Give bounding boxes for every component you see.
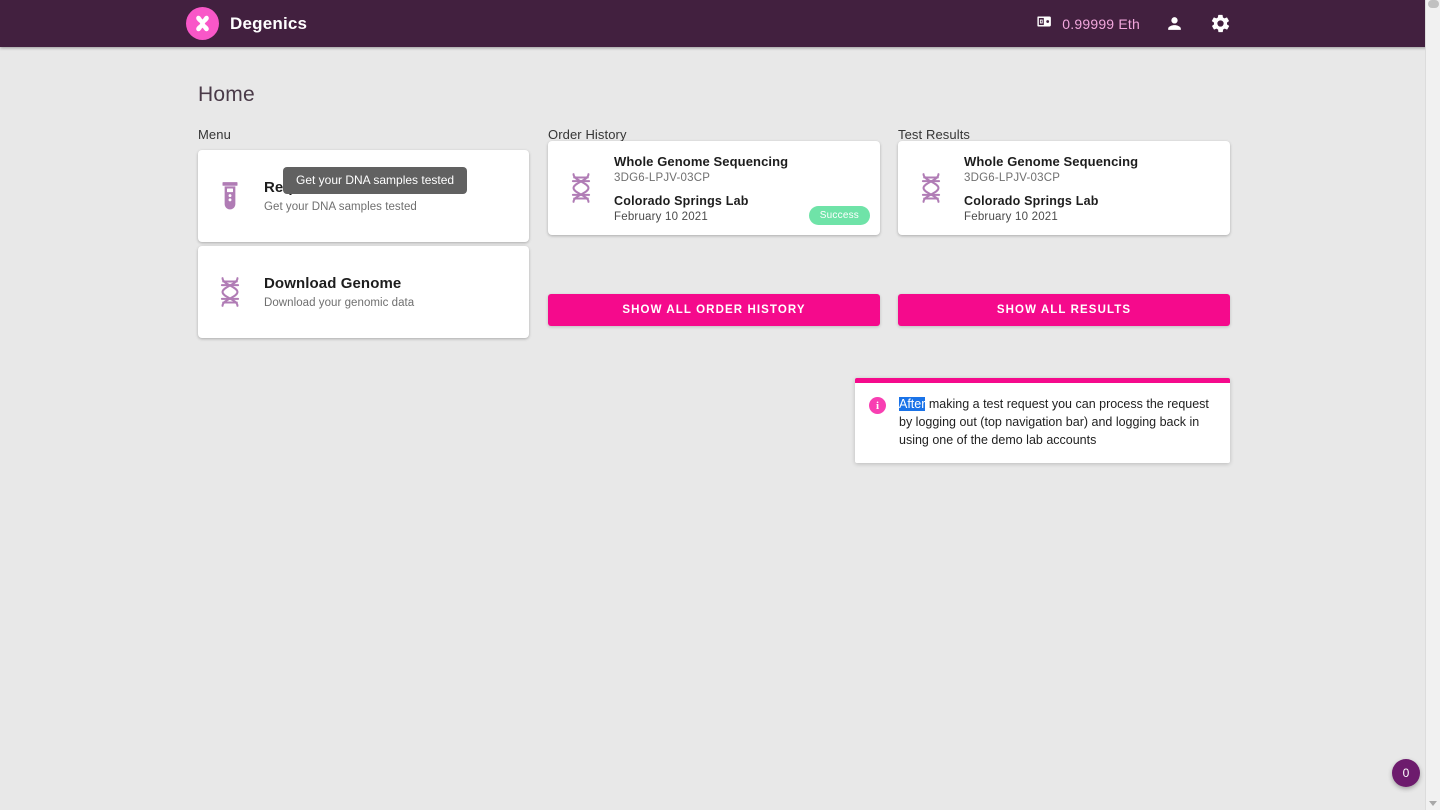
page-scrollbar[interactable] [1425,0,1440,810]
menu-item-text: Download Genome Download your genomic da… [262,275,414,309]
order-history-item[interactable]: Whole Genome Sequencing 3DG6-LPJV-03CP C… [548,141,880,235]
show-all-results-button[interactable]: SHOW ALL RESULTS [898,294,1230,326]
eth-balance-text: 0.99999 Eth [1062,15,1140,32]
order-title: Whole Genome Sequencing [614,153,789,169]
top-navigation-bar: Degenics 0.99999 Eth [0,0,1440,47]
order-code: 3DG6-LPJV-03CP [614,171,711,184]
dna-helix-icon [898,172,964,204]
menu-item-request-test[interactable]: Request Test Get your DNA samples tested [198,150,529,242]
notification-message: After making a test request you can proc… [899,395,1216,449]
info-icon: i [869,397,886,414]
menu-item-subtitle: Get your DNA samples tested [264,201,417,213]
test-tube-icon [198,181,262,211]
wallet-icon [1036,13,1053,35]
main-content: Home Menu Order History Test Results Get… [0,47,1440,810]
test-results-section-label: Test Results [898,127,971,142]
status-badge: Success [808,205,870,225]
info-notification: i After making a test request you can pr… [855,378,1230,463]
tooltip: Get your DNA samples tested [283,167,468,195]
dna-helix-icon [548,172,614,204]
chromosome-x-icon [186,7,219,40]
test-result-item-body: Whole Genome Sequencing 3DG6-LPJV-03CP C… [964,154,1230,223]
test-result-item[interactable]: Whole Genome Sequencing 3DG6-LPJV-03CP C… [898,141,1230,235]
floating-counter-badge[interactable]: 0 [1392,759,1420,787]
scrollbar-thumb[interactable] [1428,0,1439,8]
result-date: February 10 2021 [964,210,1058,223]
selected-text: After [899,397,926,411]
wallet-balance[interactable]: 0.99999 Eth [1036,13,1140,35]
result-title: Whole Genome Sequencing [964,153,1139,169]
brand-name: Degenics [230,13,308,33]
scroll-down-arrow-icon[interactable] [1429,801,1437,806]
menu-item-download-genome[interactable]: Download Genome Download your genomic da… [198,246,529,338]
brand[interactable]: Degenics [186,7,307,40]
menu-item-subtitle: Download your genomic data [264,297,415,309]
order-history-item-body: Whole Genome Sequencing 3DG6-LPJV-03CP C… [614,153,880,225]
header-actions: 0.99999 Eth [1036,12,1232,36]
result-lab: Colorado Springs Lab [964,193,1099,208]
page-title: Home [198,83,255,106]
notification-message-rest: making a test request you can process th… [899,397,1209,447]
gear-icon[interactable] [1208,12,1232,36]
person-icon[interactable] [1162,12,1186,36]
menu-section-label: Menu [198,127,231,142]
dna-helix-icon [198,276,262,308]
order-history-section-label: Order History [548,127,627,142]
menu-item-title: Download Genome [264,275,402,292]
result-code: 3DG6-LPJV-03CP [964,171,1061,184]
show-all-order-history-button[interactable]: SHOW ALL ORDER HISTORY [548,294,880,326]
